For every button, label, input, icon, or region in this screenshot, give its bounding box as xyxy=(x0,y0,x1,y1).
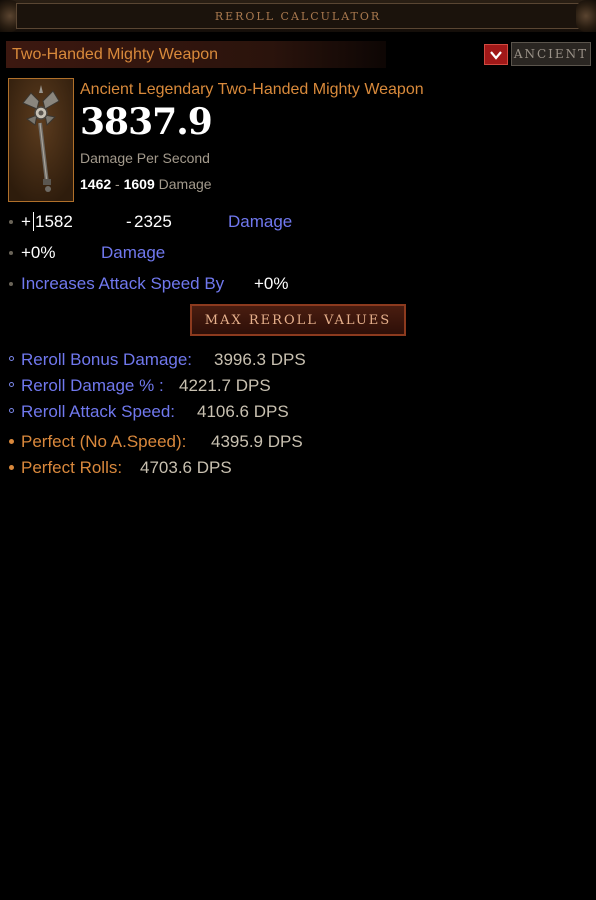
damage-label: Damage xyxy=(158,176,212,192)
reroll-attack-speed-label: Reroll Attack Speed: xyxy=(21,402,176,421)
bonus-damage-max-input[interactable]: 2325 xyxy=(134,212,172,232)
damage-max: 1609 xyxy=(123,176,155,192)
ancient-label: ANCIENT xyxy=(513,47,589,61)
perfect-no-aspeed-value: 4395.9 DPS xyxy=(211,432,303,451)
result-bullet xyxy=(9,465,14,470)
attack-speed-input[interactable]: +0% xyxy=(254,274,289,294)
item-type-selector[interactable]: Two-Handed Mighty Weapon xyxy=(6,41,386,68)
title-bar: REROLL CALCULATOR xyxy=(0,0,596,32)
damage-min: 1462 xyxy=(80,176,112,192)
damage-percent-label: Damage xyxy=(101,243,166,262)
axe-icon xyxy=(9,79,73,201)
result-bullet xyxy=(9,439,14,444)
stat-bullet xyxy=(9,251,13,255)
damage-percent-input[interactable]: +0% xyxy=(21,243,56,263)
damage-separator: - xyxy=(115,176,120,192)
text-caret xyxy=(33,212,34,231)
attack-speed-label: Increases Attack Speed By xyxy=(21,274,225,293)
max-reroll-values-label: MAX REROLL VALUES xyxy=(204,312,392,328)
reroll-attack-speed-value: 4106.6 DPS xyxy=(197,402,289,421)
result-bullet xyxy=(9,356,14,361)
result-bullet xyxy=(9,408,14,413)
result-bullet xyxy=(9,382,14,387)
perfect-rolls-label: Perfect Rolls: xyxy=(21,458,123,477)
dps-value: 3837.9 xyxy=(80,101,213,143)
stat-bullet xyxy=(9,282,13,286)
perfect-no-aspeed-label: Perfect (No A.Speed): xyxy=(21,432,187,451)
frame-ornament-right xyxy=(576,0,596,32)
ancient-checkbox[interactable] xyxy=(484,44,508,65)
damage-range: 1462 - 1609 Damage xyxy=(80,176,212,192)
window-title: REROLL CALCULATOR xyxy=(214,9,382,23)
bonus-damage-plus: + xyxy=(21,212,31,231)
reroll-bonus-damage-label: Reroll Bonus Damage: xyxy=(21,350,193,369)
title-plate: REROLL CALCULATOR xyxy=(16,3,580,29)
max-reroll-values-button[interactable]: MAX REROLL VALUES xyxy=(190,304,406,336)
stat-bullet xyxy=(9,220,13,224)
weapon-icon-frame xyxy=(8,78,74,202)
bonus-damage-label: Damage xyxy=(228,212,293,231)
dps-label: Damage Per Second xyxy=(80,150,210,166)
reroll-damage-pct-label: Reroll Damage % : xyxy=(21,376,164,395)
item-type-label: Two-Handed Mighty Weapon xyxy=(12,45,219,63)
ancient-button[interactable]: ANCIENT xyxy=(511,42,591,66)
bonus-damage-min-input[interactable]: 1582 xyxy=(35,212,73,232)
item-full-name: Ancient Legendary Two-Handed Mighty Weap… xyxy=(80,81,424,98)
bonus-damage-max-prefix: - xyxy=(126,212,132,231)
chevron-down-icon xyxy=(490,50,502,60)
reroll-bonus-damage-value: 3996.3 DPS xyxy=(214,350,306,369)
reroll-damage-pct-value: 4221.7 DPS xyxy=(179,376,271,395)
perfect-rolls-value: 4703.6 DPS xyxy=(140,458,232,477)
